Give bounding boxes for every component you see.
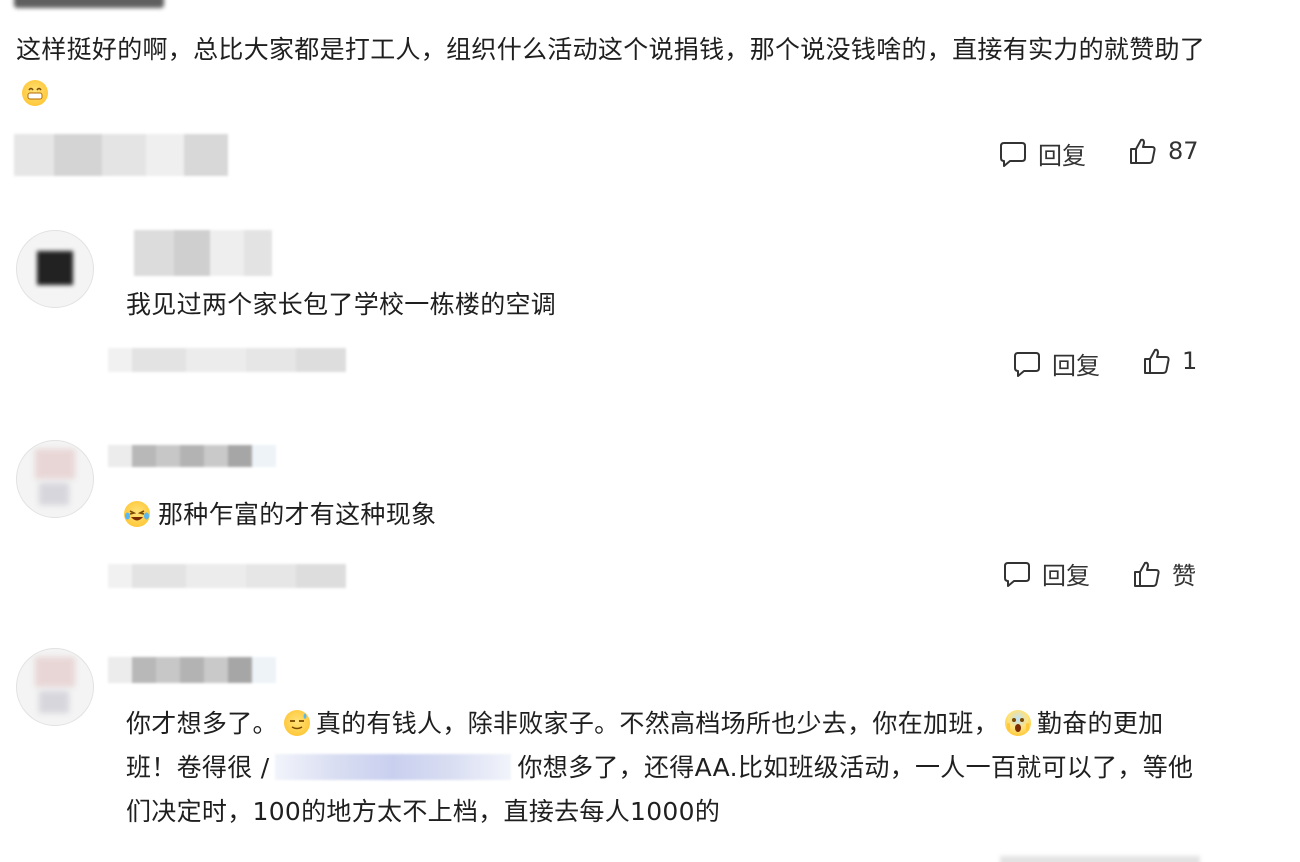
reply-2-username-redacted: [108, 445, 276, 467]
like-label: 赞: [1172, 562, 1196, 590]
scream-emoji-icon: [1004, 710, 1031, 736]
top-comment-body: 这样挺好的啊，总比大家都是打工人，组织什么活动这个说捐钱，那个说没钱啥的，直接有…: [16, 35, 1206, 64]
reply-1-username-redacted: [108, 230, 272, 276]
reply-2-text: 那种乍富的才有这种现象: [158, 500, 437, 529]
laughing-crying-emoji-icon: [124, 501, 150, 527]
reply-2-like-button[interactable]: 赞: [1132, 556, 1196, 591]
reply-1-meta-redacted: [108, 348, 346, 372]
reply-label: 回复: [1042, 562, 1090, 590]
top-comment-text: 这样挺好的啊，总比大家都是打工人，组织什么活动这个说捐钱，那个说没钱啥的，直接有…: [16, 28, 1216, 116]
thumbs-up-icon: [1130, 138, 1156, 164]
top-comment-like-button[interactable]: 87: [1128, 136, 1199, 166]
avatar[interactable]: [16, 648, 94, 726]
reply-2-reply-button[interactable]: 回复: [1002, 556, 1090, 591]
comment-thread: 这样挺好的啊，总比大家都是打工人，组织什么活动这个说捐钱，那个说没钱啥的，直接有…: [0, 0, 1300, 862]
speech-bubble-icon: [1014, 351, 1040, 377]
mention-redacted: [275, 754, 512, 780]
like-count: 1: [1182, 347, 1198, 375]
reply-3-segment-1: 你才想多了。: [126, 709, 278, 738]
avatar[interactable]: [16, 230, 94, 308]
reply-3-text: 你才想多了。 真的有钱人，除非败家子。不然高档场所也少去，你在加班， 勤奋的更加…: [126, 702, 1206, 834]
speech-bubble-icon: [1000, 141, 1026, 167]
reply-label: 回复: [1038, 142, 1086, 170]
like-count: 87: [1168, 137, 1199, 165]
top-comment-reply-button[interactable]: 回复: [998, 136, 1086, 171]
reply-2-text-line: 那种乍富的才有这种现象: [124, 493, 436, 537]
thumbs-up-icon: [1134, 561, 1160, 587]
reply-2-meta-redacted: [108, 564, 346, 588]
grinning-emoji-icon: [22, 80, 48, 106]
reply-1-like-button[interactable]: 1: [1142, 346, 1197, 376]
speech-bubble-icon: [1004, 561, 1030, 587]
top-comment-meta-redacted: [14, 134, 228, 176]
reply-3-username-redacted: [108, 657, 276, 683]
sweat-smile-emoji-icon: [283, 710, 310, 736]
avatar[interactable]: [16, 440, 94, 518]
reply-label: 回复: [1052, 352, 1100, 380]
reply-1-text: 我见过两个家长包了学校一栋楼的空调: [126, 290, 557, 319]
reply-1-reply-button[interactable]: 回复: [1012, 346, 1100, 381]
reply-3-segment-2: 真的有钱人，除非败家子。不然高档场所也少去，你在加班，: [315, 709, 999, 738]
cropped-username-remnant: [14, 0, 164, 8]
cropped-next-row-remnant: [1000, 856, 1200, 862]
thumbs-up-icon: [1144, 348, 1170, 374]
